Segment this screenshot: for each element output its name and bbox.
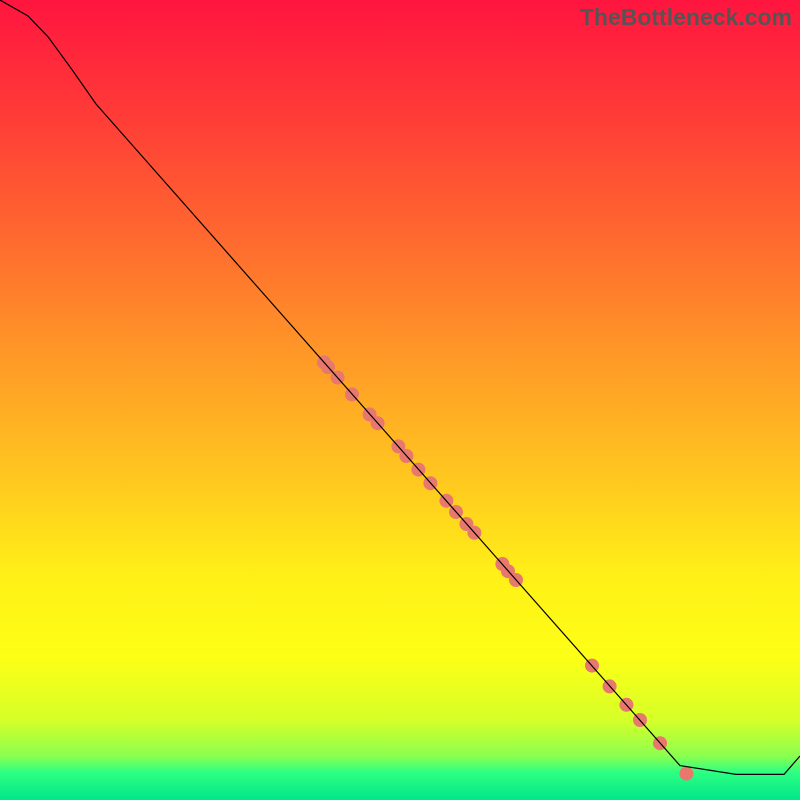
chart-svg	[0, 0, 800, 800]
data-point	[679, 767, 693, 781]
chart-background	[0, 0, 800, 800]
bottleneck-chart: TheBottleneck.com	[0, 0, 800, 800]
